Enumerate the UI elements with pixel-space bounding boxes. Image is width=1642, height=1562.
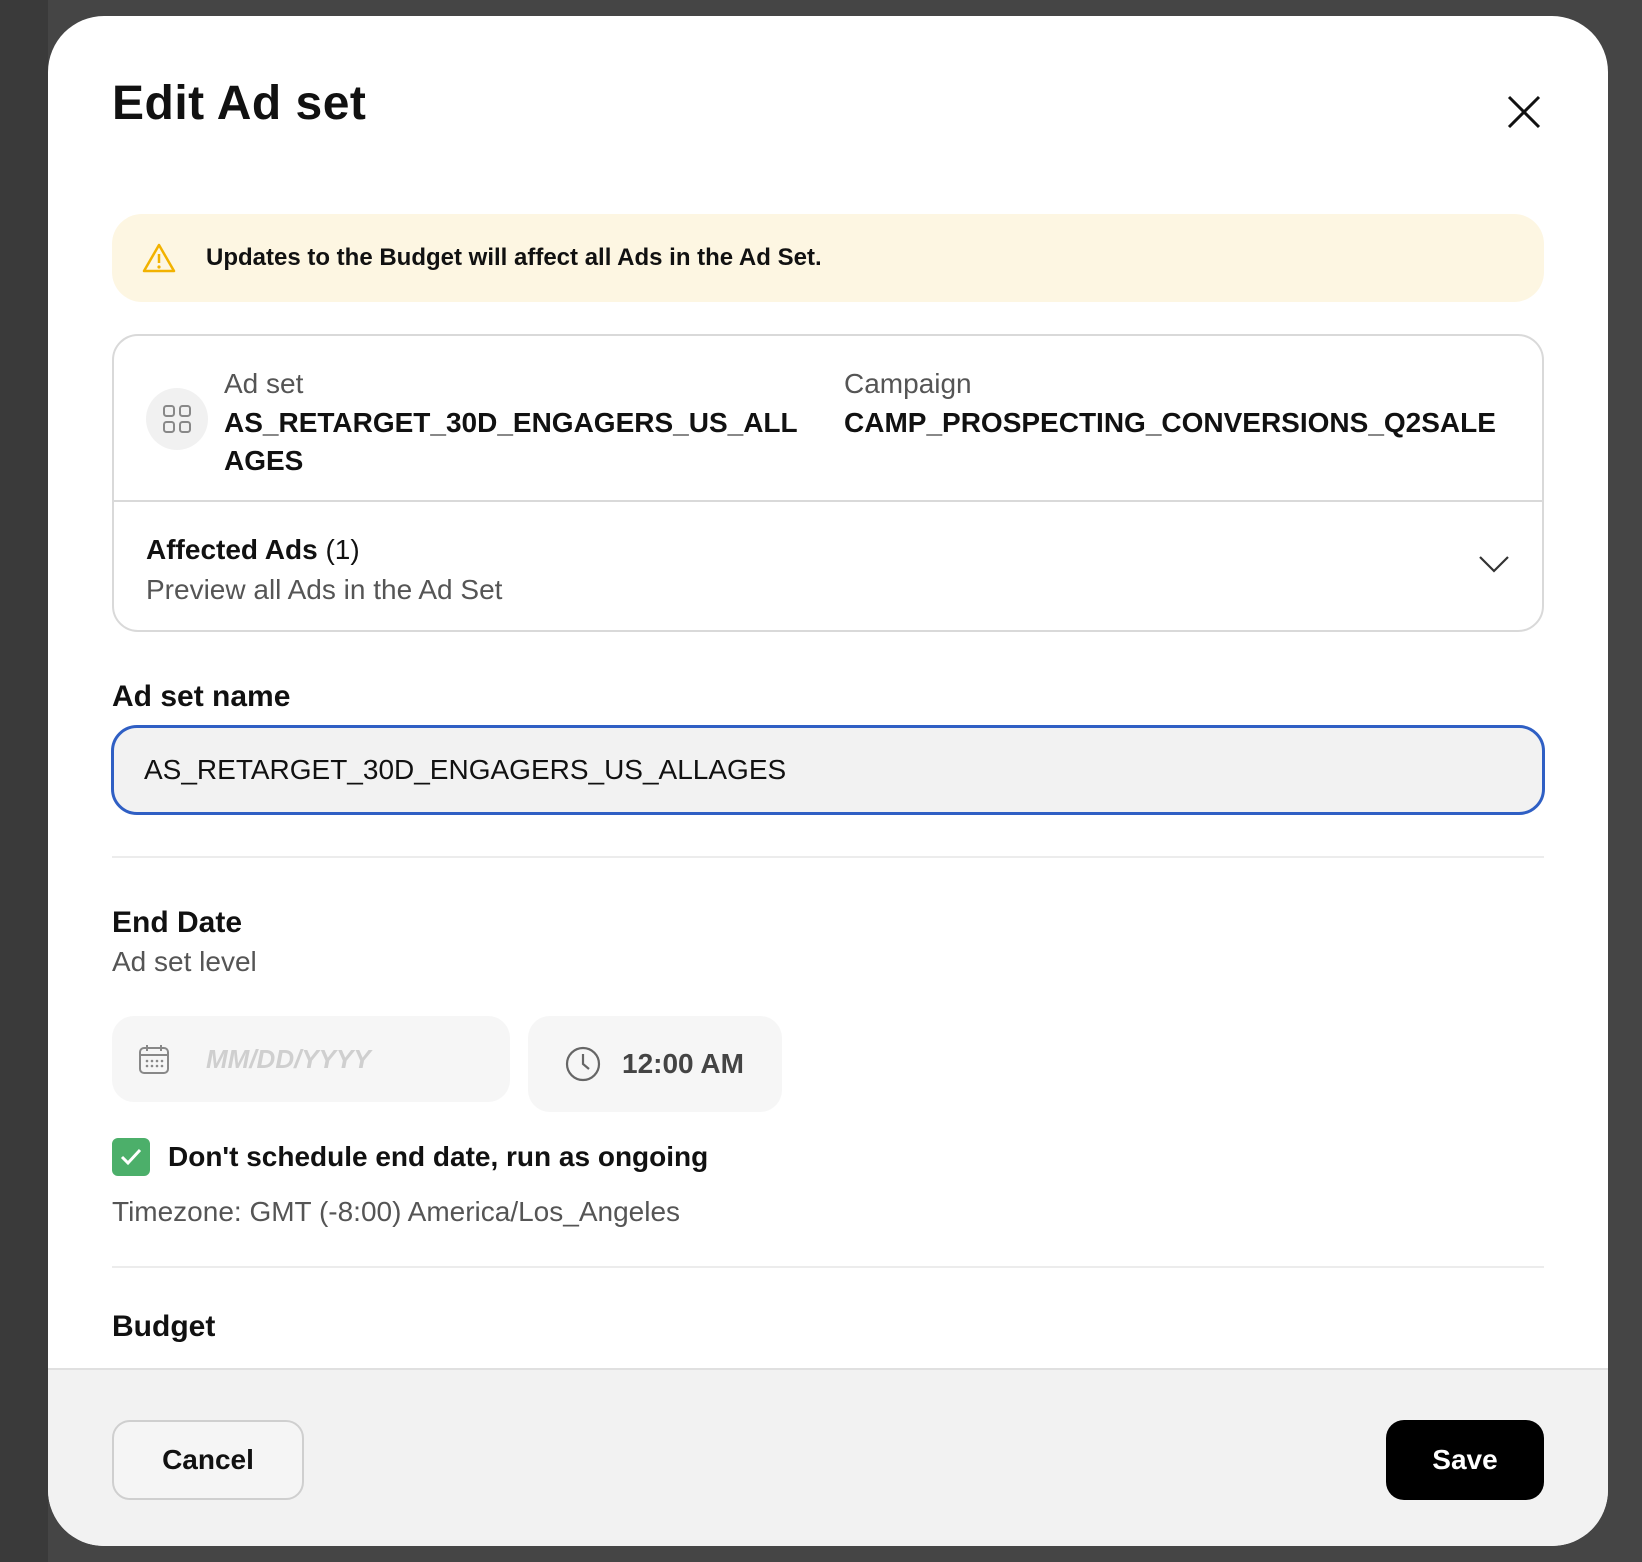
page-backdrop bbox=[0, 0, 48, 1562]
end-time-input[interactable]: 12:00 AM bbox=[528, 1016, 782, 1112]
modal-title: Edit Ad set bbox=[112, 77, 367, 130]
campaign-meta: Campaign CAMP_PROSPECTING_CONVERSIONS_Q2… bbox=[844, 364, 1504, 442]
grid-icon bbox=[163, 405, 191, 433]
budget-warning-banner: Updates to the Budget will affect all Ad… bbox=[112, 214, 1544, 302]
checkmark-icon bbox=[120, 1148, 142, 1166]
section-divider bbox=[112, 856, 1544, 858]
ad-set-meta: Ad set AS_RETARGET_30D_ENGAGERS_US_ALLAG… bbox=[224, 364, 804, 480]
clock-icon bbox=[565, 1046, 601, 1082]
banner-text: Updates to the Budget will affect all Ad… bbox=[206, 244, 822, 271]
chevron-down-icon bbox=[1479, 556, 1509, 573]
section-divider bbox=[112, 1266, 1544, 1268]
affected-ads-subtitle: Preview all Ads in the Ad Set bbox=[146, 574, 503, 605]
close-icon bbox=[1507, 95, 1541, 129]
ad-set-value: AS_RETARGET_30D_ENGAGERS_US_ALLAGES bbox=[224, 407, 798, 476]
modal-body[interactable]: Edit Ad set Updates to the Budget will a… bbox=[48, 16, 1608, 1368]
affected-ads-title: Affected Ads (1) bbox=[146, 530, 360, 570]
warning-icon bbox=[142, 243, 176, 273]
affected-ads-label: Affected Ads bbox=[146, 534, 318, 565]
close-button[interactable] bbox=[1498, 86, 1550, 138]
ad-set-avatar bbox=[146, 388, 208, 450]
campaign-value: CAMP_PROSPECTING_CONVERSIONS_Q2SALE bbox=[844, 407, 1496, 438]
timezone-text: Timezone: GMT (-8:00) America/Los_Angele… bbox=[112, 1196, 681, 1227]
modal-footer: Cancel Save bbox=[48, 1368, 1608, 1546]
campaign-label: Campaign bbox=[844, 368, 972, 399]
date-placeholder: MM/DD/YYYY bbox=[206, 1043, 371, 1074]
cancel-button[interactable]: Cancel bbox=[112, 1420, 304, 1500]
ad-set-name-label: Ad set name bbox=[112, 680, 291, 713]
affected-ads-toggle[interactable]: Affected Ads (1) Preview all Ads in the … bbox=[114, 502, 1542, 632]
ongoing-checkbox[interactable] bbox=[112, 1138, 150, 1176]
ad-set-name-input[interactable] bbox=[111, 725, 1545, 815]
edit-ad-set-modal: Edit Ad set Updates to the Budget will a… bbox=[48, 16, 1608, 1546]
ad-set-label: Ad set bbox=[224, 368, 304, 399]
ad-set-info-card: Ad set AS_RETARGET_30D_ENGAGERS_US_ALLAG… bbox=[112, 334, 1544, 632]
affected-ads-count: (1) bbox=[325, 534, 360, 565]
budget-title: Budget bbox=[112, 1310, 216, 1343]
ad-set-summary: Ad set AS_RETARGET_30D_ENGAGERS_US_ALLAG… bbox=[114, 336, 1542, 502]
calendar-icon bbox=[139, 1045, 169, 1074]
end-date-subtitle: Ad set level bbox=[112, 946, 257, 977]
ongoing-checkbox-label: Don't schedule end date, run as ongoing bbox=[168, 1141, 709, 1172]
end-date-title: End Date bbox=[112, 906, 243, 939]
ongoing-checkbox-row[interactable]: Don't schedule end date, run as ongoing bbox=[112, 1138, 708, 1176]
save-button[interactable]: Save bbox=[1386, 1420, 1544, 1500]
time-value: 12:00 AM bbox=[622, 1048, 744, 1079]
end-date-input[interactable]: MM/DD/YYYY bbox=[112, 1016, 510, 1102]
